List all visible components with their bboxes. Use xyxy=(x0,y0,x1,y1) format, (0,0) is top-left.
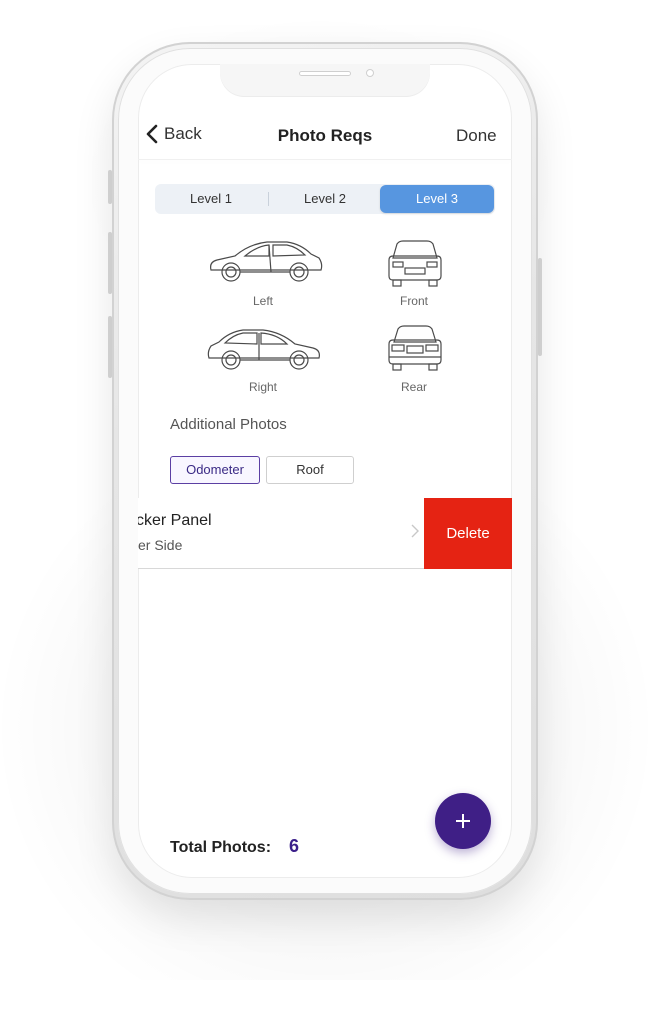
car-left-view-icon[interactable] xyxy=(205,236,325,286)
tab-level-3[interactable]: Level 3 xyxy=(380,185,494,213)
page-title: Photo Reqs xyxy=(277,126,373,145)
power-button xyxy=(538,258,542,356)
car-rear-label: Rear xyxy=(400,380,427,394)
car-left-label: Left xyxy=(252,294,273,308)
speaker-grille xyxy=(299,71,351,76)
delete-button[interactable]: Delete xyxy=(424,498,512,569)
chip-roof[interactable]: Roof xyxy=(266,456,354,484)
tab-level-2[interactable]: Level 2 xyxy=(269,184,381,214)
chip-odometer[interactable]: Odometer xyxy=(170,456,260,484)
total-photos-label: Total Photos: xyxy=(170,839,272,856)
car-right-view-icon[interactable] xyxy=(205,324,325,374)
header-divider xyxy=(138,159,512,160)
done-button[interactable]: Done xyxy=(456,126,497,146)
total-photos: Total Photos: 6 xyxy=(170,836,299,857)
list-item-subtitle: er Side xyxy=(138,537,183,553)
plus-icon xyxy=(456,814,470,828)
car-front-label: Front xyxy=(399,294,428,308)
car-right-label: Right xyxy=(248,380,277,394)
tab-level-1[interactable]: Level 1 xyxy=(155,184,267,214)
phone-notch xyxy=(220,64,430,96)
car-front-view-icon[interactable] xyxy=(385,238,445,288)
back-button[interactable]: Back xyxy=(146,124,202,144)
chevron-left-icon xyxy=(146,124,158,144)
additional-photos-heading: Additional Photos xyxy=(170,416,287,433)
list-item-title: cker Panel xyxy=(138,512,212,529)
front-camera xyxy=(366,69,374,77)
back-label: Back xyxy=(164,124,202,143)
chevron-right-icon xyxy=(411,524,419,538)
car-rear-view-icon[interactable] xyxy=(385,324,445,374)
level-segmented-control: Level 1 Level 2 Level 3 xyxy=(155,184,495,214)
list-item[interactable]: cker Panel er Side xyxy=(138,498,424,569)
total-photos-count: 6 xyxy=(289,836,300,856)
add-photo-button[interactable] xyxy=(435,793,491,849)
